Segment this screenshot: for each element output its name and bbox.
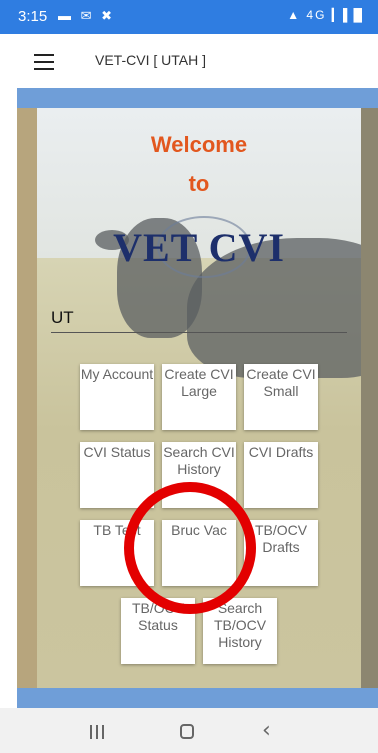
top-band — [17, 88, 378, 108]
welcome-heading: Welcome — [150, 132, 248, 157]
state-input[interactable]: UT — [51, 308, 347, 333]
notification-icons: ▬ ✉ ✖ — [58, 8, 116, 23]
app-bar: VET-CVI [ UTAH ] — [0, 34, 378, 88]
cvi-drafts-button[interactable]: CVI Drafts — [244, 442, 318, 508]
bottom-band — [17, 688, 378, 708]
app-title: VET-CVI [ UTAH ] — [95, 52, 206, 68]
welcome-to-text: to — [188, 171, 210, 196]
signal-battery-icons: ▲ 4G ▎▌█ — [287, 8, 364, 22]
left-background-strip — [17, 108, 37, 688]
create-cvi-small-button[interactable]: Create CVI Small — [244, 364, 318, 430]
cvi-status-button[interactable]: CVI Status — [80, 442, 154, 508]
vet-cvi-logo: VET CVI — [113, 225, 285, 270]
state-input-value: UT — [51, 308, 74, 327]
status-time: 3:15 — [18, 8, 48, 25]
status-bar: 3:15 ▬ ✉ ✖ ▲ 4G ▎▌█ — [0, 0, 378, 34]
create-cvi-large-button[interactable]: Create CVI Large — [162, 364, 236, 430]
highlight-circle — [124, 482, 256, 614]
back-icon[interactable]: ‹ — [262, 718, 271, 743]
recent-apps-icon[interactable] — [90, 725, 104, 739]
hamburger-menu-icon[interactable] — [34, 54, 54, 70]
home-icon[interactable] — [180, 724, 194, 739]
my-account-button[interactable]: My Account — [80, 364, 154, 430]
right-background-strip — [361, 108, 378, 688]
system-nav-bar: ‹ — [0, 708, 378, 753]
